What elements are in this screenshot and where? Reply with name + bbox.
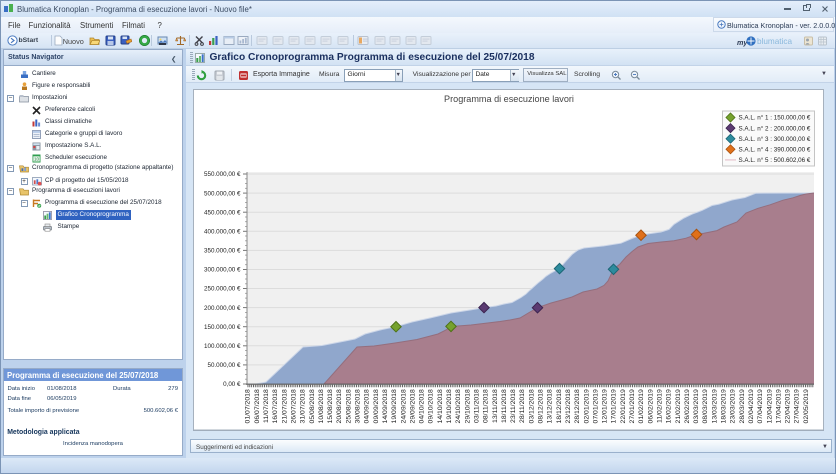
svg-text:02/04/2019: 02/04/2019 [748,389,755,423]
svg-text:15/08/2018: 15/08/2018 [327,389,334,423]
svg-text:09/10/2018: 09/10/2018 [428,389,435,423]
svg-text:150.000,00 €: 150.000,00 € [204,324,241,331]
svg-text:18/11/2018: 18/11/2018 [501,389,508,423]
svg-text:500.000,00 €: 500.000,00 € [204,190,241,197]
svg-text:21/02/2019: 21/02/2019 [675,389,682,423]
svg-text:23/11/2018: 23/11/2018 [510,389,517,423]
svg-text:12/01/2019: 12/01/2019 [602,389,609,423]
svg-text:550.000,00 €: 550.000,00 € [204,171,241,178]
svg-text:09/09/2018: 09/09/2018 [373,389,380,423]
svg-text:13/12/2018: 13/12/2018 [547,389,554,423]
svg-text:450.000,00 €: 450.000,00 € [204,209,241,216]
svg-text:28/11/2018: 28/11/2018 [519,389,526,423]
svg-text:21/07/2018: 21/07/2018 [281,389,288,423]
svg-text:16/02/2019: 16/02/2019 [666,389,673,423]
svg-text:24/09/2018: 24/09/2018 [400,389,407,423]
svg-text:05/08/2018: 05/08/2018 [309,389,316,423]
svg-text:350.000,00 €: 350.000,00 € [204,248,241,255]
svg-text:08/11/2018: 08/11/2018 [483,389,490,423]
svg-text:03/11/2018: 03/11/2018 [473,389,480,423]
svg-text:22/01/2019: 22/01/2019 [620,389,627,423]
svg-text:26/02/2019: 26/02/2019 [684,389,691,423]
svg-text:23/03/2019: 23/03/2019 [730,389,737,423]
svg-text:06/07/2018: 06/07/2018 [254,389,261,423]
svg-text:17/04/2019: 17/04/2019 [775,389,782,423]
svg-text:14/10/2018: 14/10/2018 [437,389,444,423]
svg-text:07/01/2019: 07/01/2019 [592,389,599,423]
svg-text:27/01/2019: 27/01/2019 [629,389,636,423]
svg-text:50.000,00 €: 50.000,00 € [207,362,241,369]
svg-text:12/04/2019: 12/04/2019 [766,389,773,423]
svg-text:26/07/2018: 26/07/2018 [290,389,297,423]
svg-text:08/03/2019: 08/03/2019 [702,389,709,423]
svg-text:250.000,00 €: 250.000,00 € [204,286,241,293]
svg-text:22/04/2019: 22/04/2019 [785,389,792,423]
svg-text:02/05/2019: 02/05/2019 [803,389,810,423]
svg-text:0,00 €: 0,00 € [223,381,241,388]
svg-text:10/08/2018: 10/08/2018 [318,389,325,423]
svg-text:20/08/2018: 20/08/2018 [336,389,343,423]
svg-text:01/02/2019: 01/02/2019 [638,389,645,423]
svg-text:29/09/2018: 29/09/2018 [409,389,416,423]
svg-text:14/09/2018: 14/09/2018 [382,389,389,423]
svg-text:10: 10 [34,156,39,161]
svg-text:23/12/2018: 23/12/2018 [565,389,572,423]
svg-text:S.A.L. n° 1 : 150.000,00 €: S.A.L. n° 1 : 150.000,00 € [739,114,811,122]
svg-text:07/04/2019: 07/04/2019 [757,389,764,423]
svg-text:24/10/2018: 24/10/2018 [455,389,462,423]
svg-text:28/12/2018: 28/12/2018 [574,389,581,423]
svg-text:03/12/2018: 03/12/2018 [528,389,535,423]
svg-text:29/10/2018: 29/10/2018 [464,389,471,423]
svg-text:S.A.L. n° 5 : 500.602,06 €: S.A.L. n° 5 : 500.602,06 € [739,156,811,164]
svg-text:04/09/2018: 04/09/2018 [364,389,371,423]
svg-text:19/10/2018: 19/10/2018 [446,389,453,423]
svg-text:16/07/2018: 16/07/2018 [272,389,279,423]
svg-text:30/08/2018: 30/08/2018 [355,389,362,423]
svg-text:08/12/2018: 08/12/2018 [538,389,545,423]
svg-text:25/08/2018: 25/08/2018 [345,389,352,423]
svg-text:11/02/2019: 11/02/2019 [656,389,663,423]
svg-text:18/12/2018: 18/12/2018 [556,389,563,423]
svg-text:100.000,00 €: 100.000,00 € [204,343,241,350]
svg-text:200.000,00 €: 200.000,00 € [204,305,241,312]
svg-text:03/03/2019: 03/03/2019 [693,389,700,423]
svg-text:18/03/2019: 18/03/2019 [721,389,728,423]
svg-text:300.000,00 €: 300.000,00 € [204,267,241,274]
svg-text:19/09/2018: 19/09/2018 [391,389,398,423]
svg-text:01/07/2018: 01/07/2018 [245,389,252,423]
svg-text:27/04/2019: 27/04/2019 [794,389,801,423]
svg-text:13/11/2018: 13/11/2018 [492,389,499,423]
svg-text:400.000,00 €: 400.000,00 € [204,229,241,236]
svg-text:17/01/2019: 17/01/2019 [611,389,618,423]
svg-text:S.A.L. n° 3 : 300.000,00 €: S.A.L. n° 3 : 300.000,00 € [739,135,811,143]
svg-text:02/01/2019: 02/01/2019 [583,389,590,423]
svg-text:Programma di esecuzione lavori: Programma di esecuzione lavori [444,94,574,104]
svg-text:06/02/2019: 06/02/2019 [647,389,654,423]
svg-text:11/07/2018: 11/07/2018 [263,389,270,423]
svg-text:31/07/2018: 31/07/2018 [300,389,307,423]
svg-text:S.A.L. n° 4 : 390.000,00 €: S.A.L. n° 4 : 390.000,00 € [739,146,811,154]
svg-text:28/03/2019: 28/03/2019 [739,389,746,423]
svg-text:04/10/2018: 04/10/2018 [419,389,426,423]
svg-text:13/03/2019: 13/03/2019 [711,389,718,423]
svg-text:S.A.L. n° 2 : 200.000,00 €: S.A.L. n° 2 : 200.000,00 € [739,124,811,132]
